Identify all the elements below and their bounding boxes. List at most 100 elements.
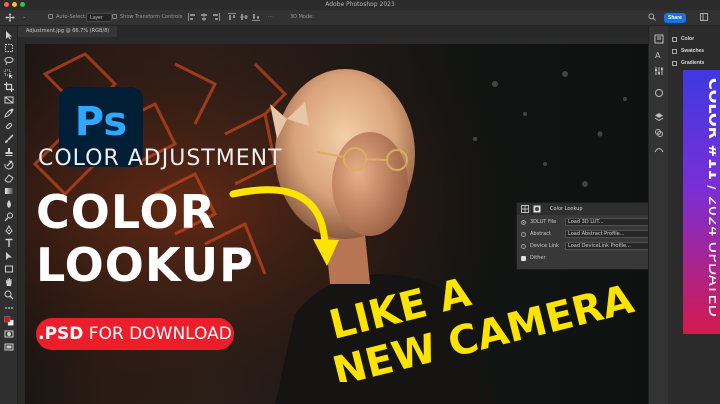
- app-title: Adobe Photoshop 2023: [325, 1, 395, 8]
- tools-panel: [0, 26, 18, 404]
- layer-mask-icon[interactable]: [533, 205, 541, 213]
- gradients-panel-tab[interactable]: Gradients: [672, 60, 704, 66]
- properties-panel-icon[interactable]: [654, 66, 664, 76]
- dodge-tool-icon[interactable]: [4, 212, 14, 222]
- tool-preset-caret[interactable]: ⌄: [22, 14, 26, 20]
- color-panel-icon[interactable]: [654, 88, 664, 98]
- marquee-tool-icon[interactable]: [4, 43, 14, 53]
- document-tab-bar: Adjustment.jpg @ 66.7% (RGB/8): [18, 26, 648, 37]
- frame-tool-icon[interactable]: [4, 95, 14, 105]
- color-lookup-header: Color Lookup: [517, 203, 657, 215]
- color-panel-icon: [672, 36, 677, 42]
- paths-panel-icon[interactable]: [654, 144, 664, 154]
- path-selection-tool-icon[interactable]: [4, 251, 14, 261]
- face: [332, 132, 408, 236]
- lookup-dropdown-3dlut[interactable]: Load 3D LUT...⌄: [565, 218, 657, 226]
- lookup-row-3dlut[interactable]: 3DLUT File Load 3D LUT...⌄: [521, 218, 657, 227]
- align-bottom-icon[interactable]: [252, 13, 260, 21]
- dither-row[interactable]: Dither: [521, 254, 655, 263]
- blur-tool-icon[interactable]: [4, 199, 14, 209]
- swatches-panel-tab[interactable]: Swatches: [672, 48, 704, 54]
- workspace-icon[interactable]: [700, 13, 708, 21]
- color-panel-label: Color: [681, 36, 695, 42]
- hand-tool-icon[interactable]: [4, 277, 14, 287]
- lookup-label-3dlut: 3DLUT File: [530, 219, 557, 225]
- download-badge: .PSD FOR DOWNLOAD: [36, 318, 234, 350]
- svg-text:A: A: [655, 51, 661, 60]
- screen-mode-icon[interactable]: [4, 342, 14, 352]
- banner-separator: /: [705, 180, 716, 196]
- crop-tool-icon[interactable]: [4, 82, 14, 92]
- banner-series: COLOR #11: [705, 78, 716, 180]
- download-suffix: FOR DOWNLOAD: [83, 324, 232, 344]
- thumbnail-kicker: COLOR ADJUSTMENT: [38, 146, 283, 171]
- lookup-label-device-link: Device Link: [530, 243, 559, 249]
- color-panel-tab[interactable]: Color: [672, 36, 694, 42]
- left-ruler: [18, 44, 25, 404]
- lookup-dropdown-device-link[interactable]: Load DeviceLink Profile...⌄: [565, 242, 657, 250]
- align-right-icon[interactable]: [212, 13, 220, 21]
- move-tool-icon[interactable]: [4, 30, 14, 40]
- color-swatches-icon[interactable]: [4, 316, 14, 326]
- lookup-value-abstract: Load Abstract Profile...: [568, 231, 625, 237]
- lookup-radio-device-link[interactable]: [521, 244, 526, 249]
- banner-update: 2024 UPDATED: [705, 196, 716, 317]
- svg-text:COLOR #11 / 2024 UPDATED: COLOR #11 / 2024 UPDATED: [705, 78, 716, 317]
- photoshop-logo-text: Ps: [74, 99, 128, 145]
- search-icon[interactable]: [648, 13, 656, 21]
- edit-toolbar-icon[interactable]: [4, 303, 14, 313]
- lasso-tool-icon[interactable]: [4, 56, 14, 66]
- history-brush-tool-icon[interactable]: [4, 160, 14, 170]
- photoshop-window: Adobe Photoshop 2023 ⌄ Auto-Select: Laye…: [0, 0, 720, 404]
- auto-select-label: Auto-Select:: [56, 14, 87, 20]
- transform-controls-checkbox[interactable]: [112, 14, 117, 19]
- more-options-icon[interactable]: ···: [268, 14, 273, 20]
- quick-mask-icon[interactable]: [4, 329, 14, 339]
- color-lookup-title: Color Lookup: [550, 206, 583, 212]
- lookup-value-device-link: Load DeviceLink Profile...: [568, 243, 631, 249]
- brush-tool-icon[interactable]: [4, 134, 14, 144]
- healing-brush-tool-icon[interactable]: [4, 121, 14, 131]
- lookup-value-3dlut: Load 3D LUT...: [568, 219, 604, 225]
- zoom-tool-icon[interactable]: [4, 290, 14, 300]
- object-select-tool-icon[interactable]: [4, 69, 14, 79]
- panel-icon-strip: A: [648, 26, 668, 404]
- paragraph-panel-icon[interactable]: A: [654, 50, 664, 60]
- lookup-label-abstract: Abstract: [530, 231, 551, 237]
- top-ruler: [18, 37, 648, 50]
- dither-checkbox[interactable]: [521, 256, 526, 261]
- lookup-row-device-link[interactable]: Device Link Load DeviceLink Profile...⌄: [521, 242, 657, 251]
- eraser-tool-icon[interactable]: [4, 173, 14, 183]
- move-tool-icon[interactable]: [5, 13, 15, 22]
- align-middle-icon[interactable]: [240, 13, 248, 21]
- gradient-tool-icon[interactable]: [4, 186, 14, 196]
- options-bar: ⌄ Auto-Select: Layer Show Transform Cont…: [0, 10, 720, 26]
- headline-line-2: LOOKUP: [36, 238, 254, 292]
- series-banner-text: COLOR #11 / 2024 UPDATED: [705, 78, 716, 317]
- transform-controls-label: Show Transform Controls: [120, 14, 183, 20]
- type-tool-icon[interactable]: [4, 238, 14, 248]
- clone-stamp-tool-icon[interactable]: [4, 147, 14, 157]
- auto-select-checkbox[interactable]: [48, 14, 53, 19]
- adjustment-grid-icon: [521, 205, 529, 213]
- gradients-panel-icon: [672, 60, 677, 66]
- lookup-row-abstract[interactable]: Abstract Load Abstract Profile...⌄: [521, 230, 657, 239]
- lookup-dropdown-abstract[interactable]: Load Abstract Profile...⌄: [565, 230, 657, 238]
- gradients-panel-label: Gradients: [681, 60, 705, 66]
- history-panel-icon[interactable]: [654, 34, 664, 44]
- align-left-icon[interactable]: [188, 13, 196, 21]
- pen-tool-icon[interactable]: [4, 225, 14, 235]
- layers-panel-icon[interactable]: [654, 112, 664, 122]
- eyedropper-tool-icon[interactable]: [4, 108, 14, 118]
- rectangle-tool-icon[interactable]: [4, 264, 14, 274]
- download-prefix: .PSD: [38, 324, 84, 344]
- document-tab[interactable]: Adjustment.jpg @ 66.7% (RGB/8): [18, 26, 118, 37]
- auto-select-dropdown[interactable]: Layer: [86, 13, 112, 22]
- align-top-icon[interactable]: [228, 13, 236, 21]
- lookup-radio-abstract[interactable]: [521, 232, 526, 237]
- channels-panel-icon[interactable]: [654, 128, 664, 138]
- share-button[interactable]: Share: [664, 13, 686, 23]
- align-center-icon[interactable]: [200, 13, 208, 21]
- dither-label: Dither: [530, 255, 546, 261]
- lookup-radio-3dlut[interactable]: [521, 220, 526, 225]
